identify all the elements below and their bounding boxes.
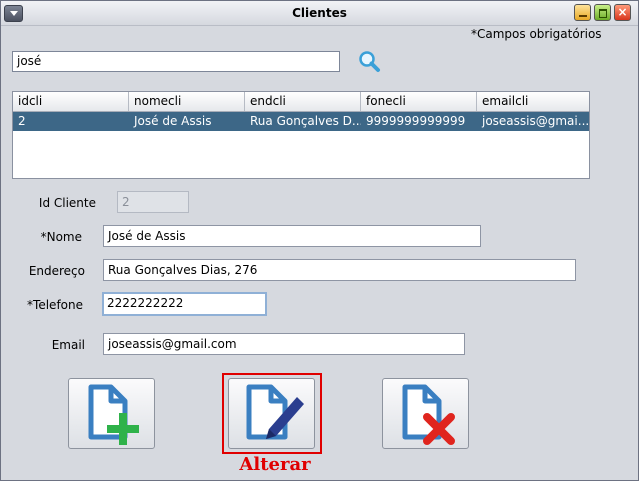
cell-nomecli: José de Assis: [134, 114, 212, 128]
phone-field[interactable]: 2222222222: [102, 292, 267, 316]
cell-fonecli: 9999999999999: [366, 114, 466, 128]
cell-idcli: 2: [18, 114, 26, 128]
id-label: Id Cliente: [38, 196, 96, 210]
id-field: 2: [117, 191, 189, 213]
table-row[interactable]: 2 José de Assis Rua Gonçalves D... 99999…: [13, 112, 589, 131]
maximize-icon[interactable]: [594, 4, 611, 21]
column-header-fonecli[interactable]: fonecli: [361, 92, 477, 111]
minimize-icon[interactable]: [574, 4, 591, 21]
name-field[interactable]: José de Assis: [103, 225, 481, 247]
search-icon[interactable]: [356, 49, 382, 75]
cell-endcli: Rua Gonçalves D...: [250, 114, 361, 128]
add-document-icon: [88, 384, 139, 445]
alterar-caption: Alterar: [239, 454, 311, 475]
window-title: Clientes: [292, 6, 347, 20]
highlight-box: [222, 373, 322, 454]
email-field[interactable]: joseassis@gmail.com: [103, 333, 465, 355]
name-label: *Nome: [40, 230, 82, 244]
email-label: Email: [51, 338, 85, 352]
clientes-window: Clientes × *Campos obrigatórios josé idc…: [0, 0, 639, 481]
close-icon[interactable]: ×: [614, 4, 631, 21]
column-header-idcli[interactable]: idcli: [13, 92, 129, 111]
column-header-nomecli[interactable]: nomecli: [129, 92, 245, 111]
delete-client-button[interactable]: [382, 378, 469, 449]
cell-emailcli: joseassis@gmai...: [482, 114, 589, 128]
title-bar[interactable]: Clientes ×: [1, 1, 638, 26]
column-header-emailcli[interactable]: emailcli: [477, 92, 589, 111]
add-client-button[interactable]: [68, 378, 155, 449]
column-header-endcli[interactable]: endcli: [245, 92, 361, 111]
table-header: idcli nomecli endcli fonecli emailcli: [13, 92, 589, 112]
clients-table[interactable]: idcli nomecli endcli fonecli emailcli 2 …: [12, 91, 590, 179]
phone-label: *Telefone: [27, 298, 83, 312]
address-field[interactable]: Rua Gonçalves Dias, 276: [103, 259, 576, 281]
address-label: Endereço: [28, 264, 85, 278]
delete-document-icon: [402, 384, 455, 445]
required-fields-note: *Campos obrigatórios: [471, 27, 602, 41]
search-input[interactable]: josé: [12, 51, 340, 72]
